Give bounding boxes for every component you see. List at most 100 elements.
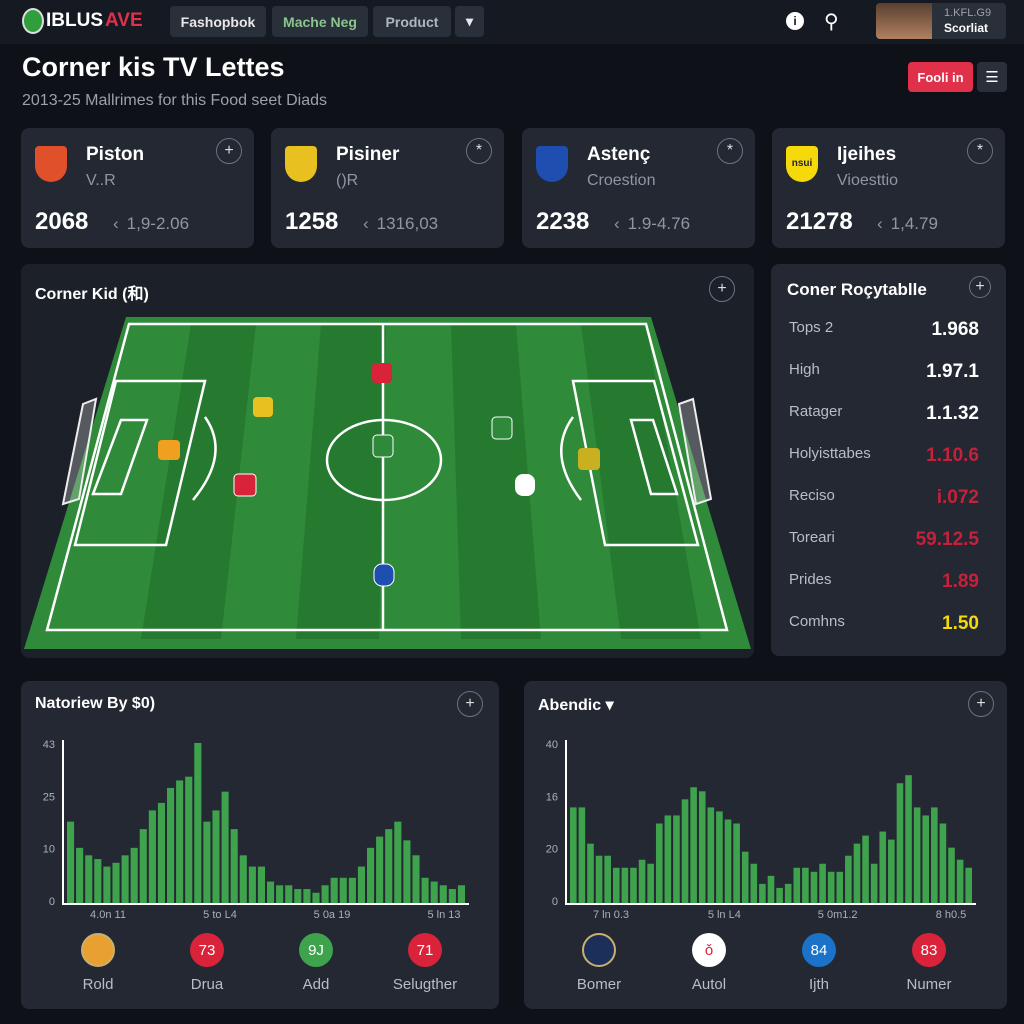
bar	[321, 885, 329, 904]
bar	[638, 859, 646, 904]
x-tick-label: 5 ln L4	[708, 909, 741, 921]
team-card[interactable]: Pisiner ()R 1258 ‹ 1316,03 *	[271, 128, 504, 248]
bar	[285, 885, 293, 904]
badge-label: Add	[302, 976, 330, 993]
bar	[457, 885, 465, 904]
row-label: High	[789, 361, 820, 378]
search-icon[interactable]: ⚲	[824, 9, 839, 34]
bar	[248, 866, 256, 904]
row-value: 1.968	[931, 319, 979, 340]
bar	[664, 815, 672, 904]
x-tick-label: 8 h0.5	[936, 909, 967, 921]
score-badge[interactable]: 83	[912, 933, 946, 967]
crest-icon	[22, 8, 44, 34]
tab-fashopbok[interactable]: Fashopbok	[170, 6, 266, 37]
team-range: ‹ 1316,03	[363, 214, 438, 234]
score-badge[interactable]: 9J	[299, 933, 333, 967]
info-icon[interactable]: i	[786, 12, 804, 30]
bar	[810, 871, 818, 904]
y-tick-label: 25	[43, 791, 55, 803]
bar	[312, 892, 320, 904]
score-badge[interactable]: 84	[802, 933, 836, 967]
bar	[570, 807, 577, 904]
team-range-value: 1316,03	[376, 214, 439, 233]
team-range-value: 1.9-4.76	[627, 214, 691, 233]
brand-logo[interactable]: IBLUS AVE	[22, 8, 143, 34]
page-subtitle: 2013-25 Mallrimes for this Food seet Dia…	[22, 92, 328, 109]
y-tick-label: 43	[43, 739, 55, 751]
row-label: Toreari	[789, 529, 835, 546]
avatar	[876, 3, 932, 39]
team-card[interactable]: nsui Ijeihes Vioesttio 21278 ‹ 1,4.79 *	[772, 128, 1005, 248]
bar	[612, 867, 620, 904]
badge-label: Drua	[190, 976, 224, 993]
bar	[376, 836, 384, 904]
user-profile[interactable]: 1.KFL.G9 Scorliat	[876, 3, 1006, 39]
team-action-button[interactable]: +	[216, 138, 242, 164]
team-card[interactable]: Astenç Croestion 2238 ‹ 1.9-4.76 *	[522, 128, 755, 248]
bar	[148, 810, 156, 904]
user-meta: 1.KFL.G9	[944, 7, 992, 19]
follow-button[interactable]: Fooli in	[908, 62, 973, 92]
bar	[185, 776, 193, 904]
team-subtitle: Vioesttio	[837, 172, 899, 189]
score-badge[interactable]: ǒ	[692, 933, 726, 967]
team-crest-icon[interactable]	[81, 933, 115, 967]
tab-product[interactable]: Product	[373, 6, 451, 37]
bar	[230, 829, 238, 904]
bar	[647, 863, 654, 904]
y-tick-label: 20	[546, 844, 558, 856]
menu-icon[interactable]: ☰	[977, 62, 1007, 92]
bar	[707, 807, 715, 904]
score-badge[interactable]: 73	[190, 933, 224, 967]
bar	[221, 791, 229, 904]
bar	[167, 787, 175, 904]
bar	[430, 881, 438, 904]
bar	[655, 823, 663, 904]
row-label: Comhns	[789, 613, 845, 630]
add-icon[interactable]: +	[969, 276, 991, 298]
team-crest-icon[interactable]	[582, 933, 616, 967]
add-icon[interactable]: +	[968, 691, 994, 717]
bar	[139, 829, 147, 904]
team-card[interactable]: Piston V..R 2068 ‹ 1,9-2.06 +	[21, 128, 254, 248]
bar	[587, 843, 594, 904]
bar	[103, 866, 111, 904]
bar	[784, 883, 792, 904]
team-subtitle: Croestion	[587, 172, 656, 189]
bar	[294, 889, 302, 904]
bar	[913, 807, 921, 904]
team-action-button[interactable]: *	[466, 138, 492, 164]
row-label: Ratager	[789, 403, 843, 420]
bar	[948, 847, 955, 904]
x-tick-label: 7 ln 0.3	[593, 909, 629, 921]
bar	[931, 807, 938, 904]
row-label: Prides	[789, 571, 832, 588]
add-icon[interactable]: +	[457, 691, 483, 717]
tab-mache-neg[interactable]: Mache Neg	[272, 6, 368, 37]
brand-name: IBLUS	[46, 10, 103, 31]
score-badge[interactable]: 71	[408, 933, 442, 967]
row-value: 1.1.32	[926, 403, 979, 424]
bar	[121, 855, 129, 904]
x-tick-label: 5 0m1.2	[818, 909, 858, 921]
y-tick-label: 0	[49, 896, 55, 908]
badge-label: Bomer	[576, 976, 622, 993]
team-range-value: 1,4.79	[890, 214, 938, 233]
team-action-button[interactable]: *	[717, 138, 743, 164]
row-value: 1.50	[942, 613, 979, 634]
bar	[403, 840, 411, 904]
x-tick-label: 5 ln 13	[427, 909, 460, 921]
bar	[421, 877, 429, 904]
team-action-button[interactable]: *	[967, 138, 993, 164]
bar	[965, 867, 972, 904]
bar	[879, 831, 887, 904]
bar	[802, 867, 809, 904]
x-tick-label: 5 0a 19	[314, 909, 351, 921]
bar	[85, 855, 93, 904]
more-dropdown[interactable]: ▾	[455, 6, 484, 37]
bar	[578, 807, 586, 904]
team-value: 2068	[35, 208, 89, 235]
bar	[385, 829, 393, 904]
bar	[690, 787, 697, 904]
